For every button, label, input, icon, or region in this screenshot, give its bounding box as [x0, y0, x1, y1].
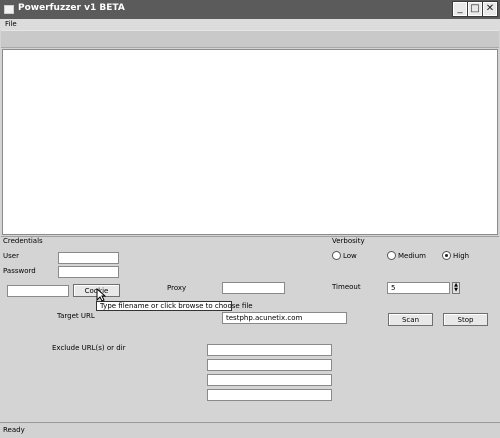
minimize-button[interactable]: _ — [452, 1, 468, 17]
proxy-field[interactable] — [222, 282, 285, 294]
verbosity-low-label: Low — [343, 252, 357, 260]
timeout-label: Timeout — [332, 283, 361, 291]
close-button[interactable]: ✕ — [482, 1, 498, 17]
credentials-heading: Credentials — [3, 237, 43, 245]
user-field[interactable] — [58, 252, 119, 264]
menu-bar: File — [0, 19, 500, 30]
verbosity-label: Verbosity — [332, 237, 365, 245]
menu-file[interactable]: File — [5, 20, 17, 28]
target-url-label: Target URL — [57, 312, 95, 320]
maximize-button[interactable]: □ — [467, 1, 483, 17]
verbosity-low-radio[interactable] — [332, 251, 341, 260]
maximize-icon: □ — [470, 3, 480, 14]
toolbar — [1, 30, 499, 48]
status-text: Ready — [3, 426, 25, 434]
cookie-file-field[interactable] — [7, 285, 69, 297]
proxy-label: Proxy — [167, 284, 187, 292]
exclude-label: Exclude URL(s) or dir — [52, 344, 126, 352]
results-pane[interactable] — [2, 49, 498, 235]
timeout-spinner[interactable]: ▲ ▼ — [452, 282, 460, 294]
exclude-field-4[interactable] — [207, 389, 332, 401]
app-window-icon — [4, 5, 14, 14]
window-title: Powerfuzzer v1 BETA — [18, 3, 125, 13]
verbosity-high-label: High — [453, 252, 470, 260]
target-url-field[interactable]: testphp.acunetix.com — [222, 312, 347, 324]
scan-button[interactable]: Scan — [388, 313, 433, 326]
status-bar: Ready — [0, 422, 500, 438]
timeout-field[interactable]: 5 — [387, 282, 450, 294]
exclude-field-3[interactable] — [207, 374, 332, 386]
close-icon: ✕ — [485, 3, 495, 14]
verbosity-medium-radio[interactable] — [387, 251, 396, 260]
verbosity-high-radio[interactable] — [442, 251, 451, 260]
user-label: User — [3, 252, 19, 260]
password-field[interactable] — [58, 266, 119, 278]
tooltip: Type filename or click browse to choose … — [96, 301, 253, 311]
minimize-icon: _ — [457, 3, 463, 14]
password-label: Password — [3, 267, 36, 275]
spin-down-icon[interactable]: ▼ — [453, 288, 459, 293]
exclude-field-1[interactable] — [207, 344, 332, 356]
mouse-pointer-icon — [96, 287, 107, 302]
stop-button[interactable]: Stop — [443, 313, 488, 326]
verbosity-medium-label: Medium — [398, 252, 426, 260]
exclude-field-2[interactable] — [207, 359, 332, 371]
